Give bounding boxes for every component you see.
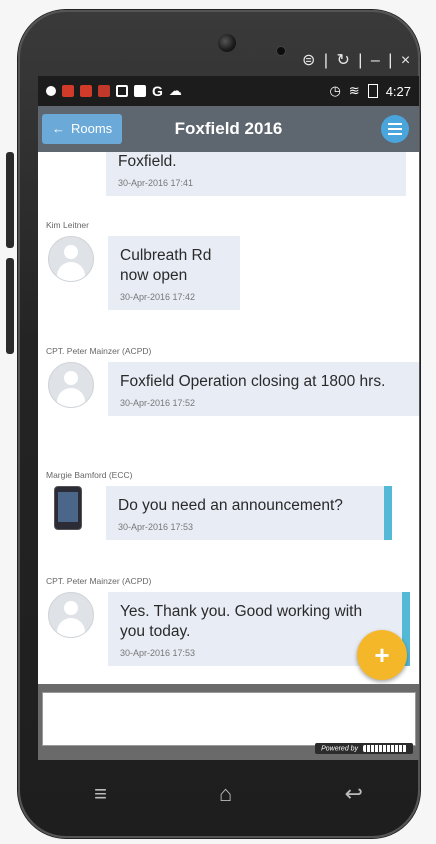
message-row: Do you need an announcement? 30-Apr-2016…	[38, 486, 419, 540]
wifi-icon: ≋	[348, 83, 360, 98]
power-button[interactable]	[6, 258, 14, 354]
message-text: Foxfield Operation closing at 1800 hrs.	[120, 373, 386, 390]
volume-button[interactable]	[6, 152, 14, 248]
menu-button[interactable]	[381, 115, 409, 143]
message-bubble[interactable]: Culbreath Rd now open 30-Apr-2016 17:42	[108, 236, 240, 310]
clock: 4:27	[385, 83, 411, 99]
message-bubble[interactable]: Do you need an announcement? 30-Apr-2016…	[106, 486, 392, 540]
message-text: Yes. Thank you. Good working with you to…	[120, 603, 363, 640]
powered-by-text: Powered by	[321, 745, 359, 752]
battery-icon	[367, 84, 378, 98]
app-bar: ← Rooms Foxfield 2016	[38, 106, 419, 152]
hamburger-icon	[388, 123, 402, 135]
home-icon[interactable]: ⌂	[219, 781, 232, 807]
brand-logo-icon	[363, 744, 407, 752]
device-top-controls: ⊜ | ↻ | – | ×	[302, 52, 413, 69]
back-label: Rooms	[71, 121, 113, 136]
message-item: Margie Bamford (ECC) Do you need an anno…	[38, 470, 419, 540]
avatar[interactable]	[48, 236, 94, 282]
message-row: Foxfield Operation closing at 1800 hrs. …	[38, 362, 419, 416]
recent-apps-icon[interactable]: ≡	[94, 781, 107, 807]
message-time: 30-Apr-2016 17:52	[120, 398, 196, 408]
avatar[interactable]	[48, 362, 94, 408]
gallery-icon	[116, 85, 128, 97]
google-icon: G	[152, 83, 163, 99]
message-item: Foxfield. 30-Apr-2016 17:41	[38, 152, 419, 196]
message-text: Culbreath Rd now open	[120, 247, 212, 284]
message-row: Culbreath Rd now open 30-Apr-2016 17:42	[38, 236, 419, 310]
front-camera	[218, 34, 236, 52]
message-item: Kim Leitner Culbreath Rd now open 30-Apr…	[38, 220, 419, 310]
avatar[interactable]	[48, 592, 94, 638]
message-time: 30-Apr-2016 17:53	[120, 648, 196, 658]
message-text: Foxfield.	[118, 153, 177, 170]
plus-icon: +	[374, 639, 390, 670]
message-bubble[interactable]: Foxfield Operation closing at 1800 hrs. …	[108, 362, 419, 416]
alarm-icon: ◷	[329, 83, 341, 98]
sender-name: Margie Bamford (ECC)	[46, 470, 133, 480]
proximity-sensor	[276, 46, 286, 56]
sender-name: Kim Leitner	[46, 220, 89, 230]
powered-by-badge[interactable]: Powered by	[315, 742, 413, 754]
message-feed[interactable]: Foxfield. 30-Apr-2016 17:41 Kim Leitner …	[38, 152, 419, 684]
message-input[interactable]	[42, 692, 416, 746]
app-notification-icon	[80, 85, 92, 97]
message-row: Foxfield. 30-Apr-2016 17:41	[38, 152, 419, 196]
cloud-icon: ☁	[168, 83, 182, 98]
app-notification-icon	[98, 85, 110, 97]
notification-icon	[46, 86, 56, 96]
add-fab-button[interactable]: +	[357, 630, 407, 680]
message-time: 30-Apr-2016 17:53	[118, 522, 194, 532]
message-text: Do you need an announcement?	[118, 497, 343, 514]
message-time: 30-Apr-2016 17:42	[120, 292, 196, 302]
back-arrow-icon: ←	[52, 121, 65, 136]
flipboard-icon	[134, 85, 146, 97]
sender-name: CPT. Peter Mainzer (ACPD)	[46, 576, 152, 586]
message-time: 30-Apr-2016 17:41	[118, 178, 194, 188]
back-icon[interactable]: ↩	[344, 781, 362, 807]
composer-area: Powered by	[38, 684, 419, 760]
back-to-rooms-button[interactable]: ← Rooms	[42, 114, 123, 144]
notification-icons: G ☁	[46, 83, 182, 99]
status-indicators: ◷ ≋ 4:27	[329, 83, 411, 99]
message-bubble[interactable]: Foxfield. 30-Apr-2016 17:41	[106, 152, 406, 196]
android-nav-bar: ≡ ⌂ ↩	[38, 764, 419, 824]
app-notification-icon	[62, 85, 74, 97]
sender-name: CPT. Peter Mainzer (ACPD)	[46, 346, 152, 356]
device-avatar[interactable]	[54, 486, 82, 530]
phone-screen: G ☁ ◷ ≋ 4:27 ← Rooms Foxfield 2016 Foxfi…	[38, 76, 419, 760]
message-item: CPT. Peter Mainzer (ACPD) Foxfield Opera…	[38, 346, 419, 416]
status-bar: G ☁ ◷ ≋ 4:27	[38, 76, 419, 106]
